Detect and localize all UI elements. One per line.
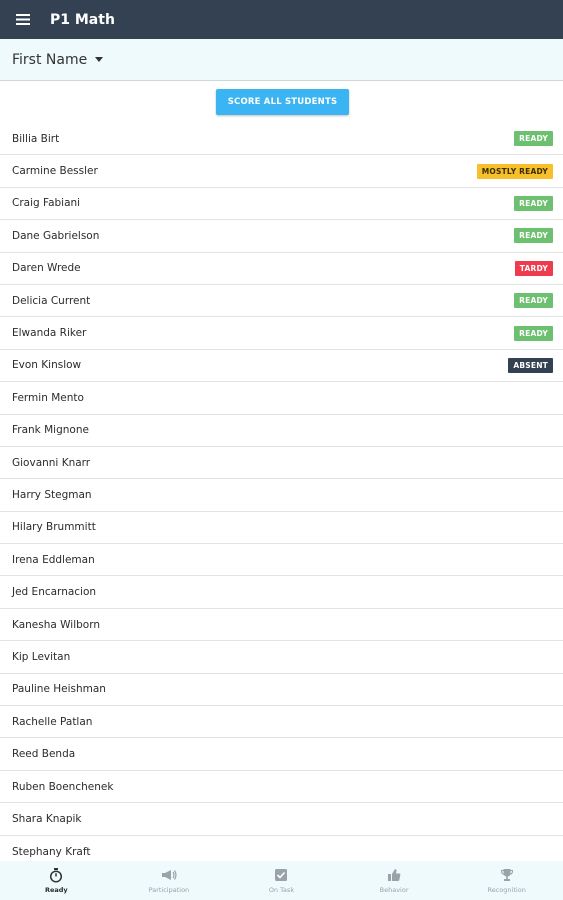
student-name: Harry Stegman [12, 488, 92, 501]
caret-down-icon [95, 57, 104, 62]
page-title: P1 Math [50, 11, 115, 28]
status-badge: READY [514, 195, 553, 211]
student-name: Pauline Heishman [12, 683, 106, 696]
checkbox-icon [274, 867, 288, 883]
nav-label: Behavior [379, 886, 409, 894]
megaphone-icon [161, 867, 177, 883]
student-name: Kip Levitan [12, 650, 71, 663]
student-row[interactable]: Jed Encarnacion [0, 576, 563, 609]
student-name: Frank Mignone [12, 424, 89, 437]
student-row[interactable]: Hilary Brummitt [0, 512, 563, 545]
nav-item-on-task[interactable]: On Task [225, 861, 338, 900]
nav-item-ready[interactable]: Ready [0, 861, 113, 900]
student-row[interactable]: Irena Eddleman [0, 544, 563, 577]
sort-dropdown[interactable]: First Name [12, 51, 104, 68]
student-name: Irena Eddleman [12, 553, 95, 566]
sort-dropdown-label: First Name [12, 51, 88, 68]
student-name: Delicia Current [12, 294, 91, 307]
student-name: Ruben Boenchenek [12, 780, 114, 793]
status-badge: MOSTLY READY [476, 163, 553, 179]
status-badge: READY [514, 293, 553, 309]
nav-label: On Task [268, 886, 295, 894]
student-row[interactable]: Daren Wrede TARDY [0, 253, 563, 285]
student-row[interactable]: Pauline Heishman [0, 674, 563, 707]
status-badge: READY [514, 131, 553, 147]
student-row[interactable]: Carmine Bessler MOSTLY READY [0, 155, 563, 188]
student-row[interactable]: Rachelle Patlan [0, 706, 563, 739]
status-badge: READY [514, 325, 553, 341]
trophy-icon [500, 867, 514, 883]
student-name: Kanesha Wilborn [12, 618, 101, 631]
student-name: Stephany Kraft [12, 845, 91, 858]
sort-bar: First Name [0, 39, 563, 81]
student-name: Billia Birt [12, 132, 60, 145]
nav-label: Recognition [487, 886, 526, 894]
student-row[interactable]: Dane Gabrielson READY [0, 220, 563, 253]
student-name: Craig Fabiani [12, 197, 81, 210]
student-name: Reed Benda [12, 748, 76, 761]
student-row[interactable]: Delicia Current READY [0, 285, 563, 318]
student-row[interactable]: Fermin Mento [0, 382, 563, 415]
app-header: P1 Math [0, 0, 563, 39]
nav-item-participation[interactable]: Participation [113, 861, 226, 900]
student-name: Carmine Bessler [12, 165, 98, 178]
nav-label: Ready [44, 886, 68, 894]
status-badge: ABSENT [508, 357, 553, 373]
status-badge: READY [514, 228, 553, 244]
student-name: Fermin Mento [12, 391, 84, 404]
student-row[interactable]: Elwanda Riker READY [0, 317, 563, 350]
student-list: Billia Birt READY Carmine Bessler MOSTLY RE… [0, 123, 563, 868]
student-row[interactable]: Reed Benda [0, 738, 563, 771]
student-row[interactable]: Evon Kinslow ABSENT [0, 350, 563, 383]
nav-label: Participation [148, 886, 190, 894]
student-row[interactable]: Giovanni Knarr [0, 447, 563, 480]
student-name: Elwanda Riker [12, 327, 87, 340]
student-name: Giovanni Knarr [12, 456, 91, 469]
hamburger-menu-icon[interactable] [0, 0, 46, 39]
student-name: Dane Gabrielson [12, 229, 100, 242]
student-row[interactable]: Kanesha Wilborn [0, 609, 563, 642]
student-row[interactable]: Frank Mignone [0, 415, 563, 447]
student-row[interactable]: Billia Birt READY [0, 123, 563, 156]
student-name: Hilary Brummitt [12, 521, 96, 534]
status-badge: TARDY [514, 260, 553, 276]
nav-item-recognition[interactable]: Recognition [450, 861, 563, 900]
student-row[interactable]: Ruben Boenchenek [0, 771, 563, 804]
bottom-navigation: Ready Participation On Task Behavior Recogni… [0, 861, 563, 900]
student-row[interactable]: Craig Fabiani READY [0, 188, 563, 221]
nav-item-behavior[interactable]: Behavior [338, 861, 451, 900]
student-row[interactable]: Shara Knapik [0, 803, 563, 836]
student-name: Rachelle Patlan [12, 715, 93, 728]
student-name: Daren Wrede [12, 262, 81, 275]
student-name: Evon Kinslow [12, 359, 82, 372]
score-all-students-button[interactable]: SCORE ALL STUDENTS [216, 89, 349, 115]
student-row[interactable]: Kip Levitan [0, 641, 563, 674]
student-name: Shara Knapik [12, 812, 82, 825]
stopwatch-icon [49, 867, 63, 883]
thumbs-up-icon [387, 867, 401, 883]
student-row[interactable]: Harry Stegman [0, 479, 563, 512]
student-name: Jed Encarnacion [12, 586, 97, 599]
